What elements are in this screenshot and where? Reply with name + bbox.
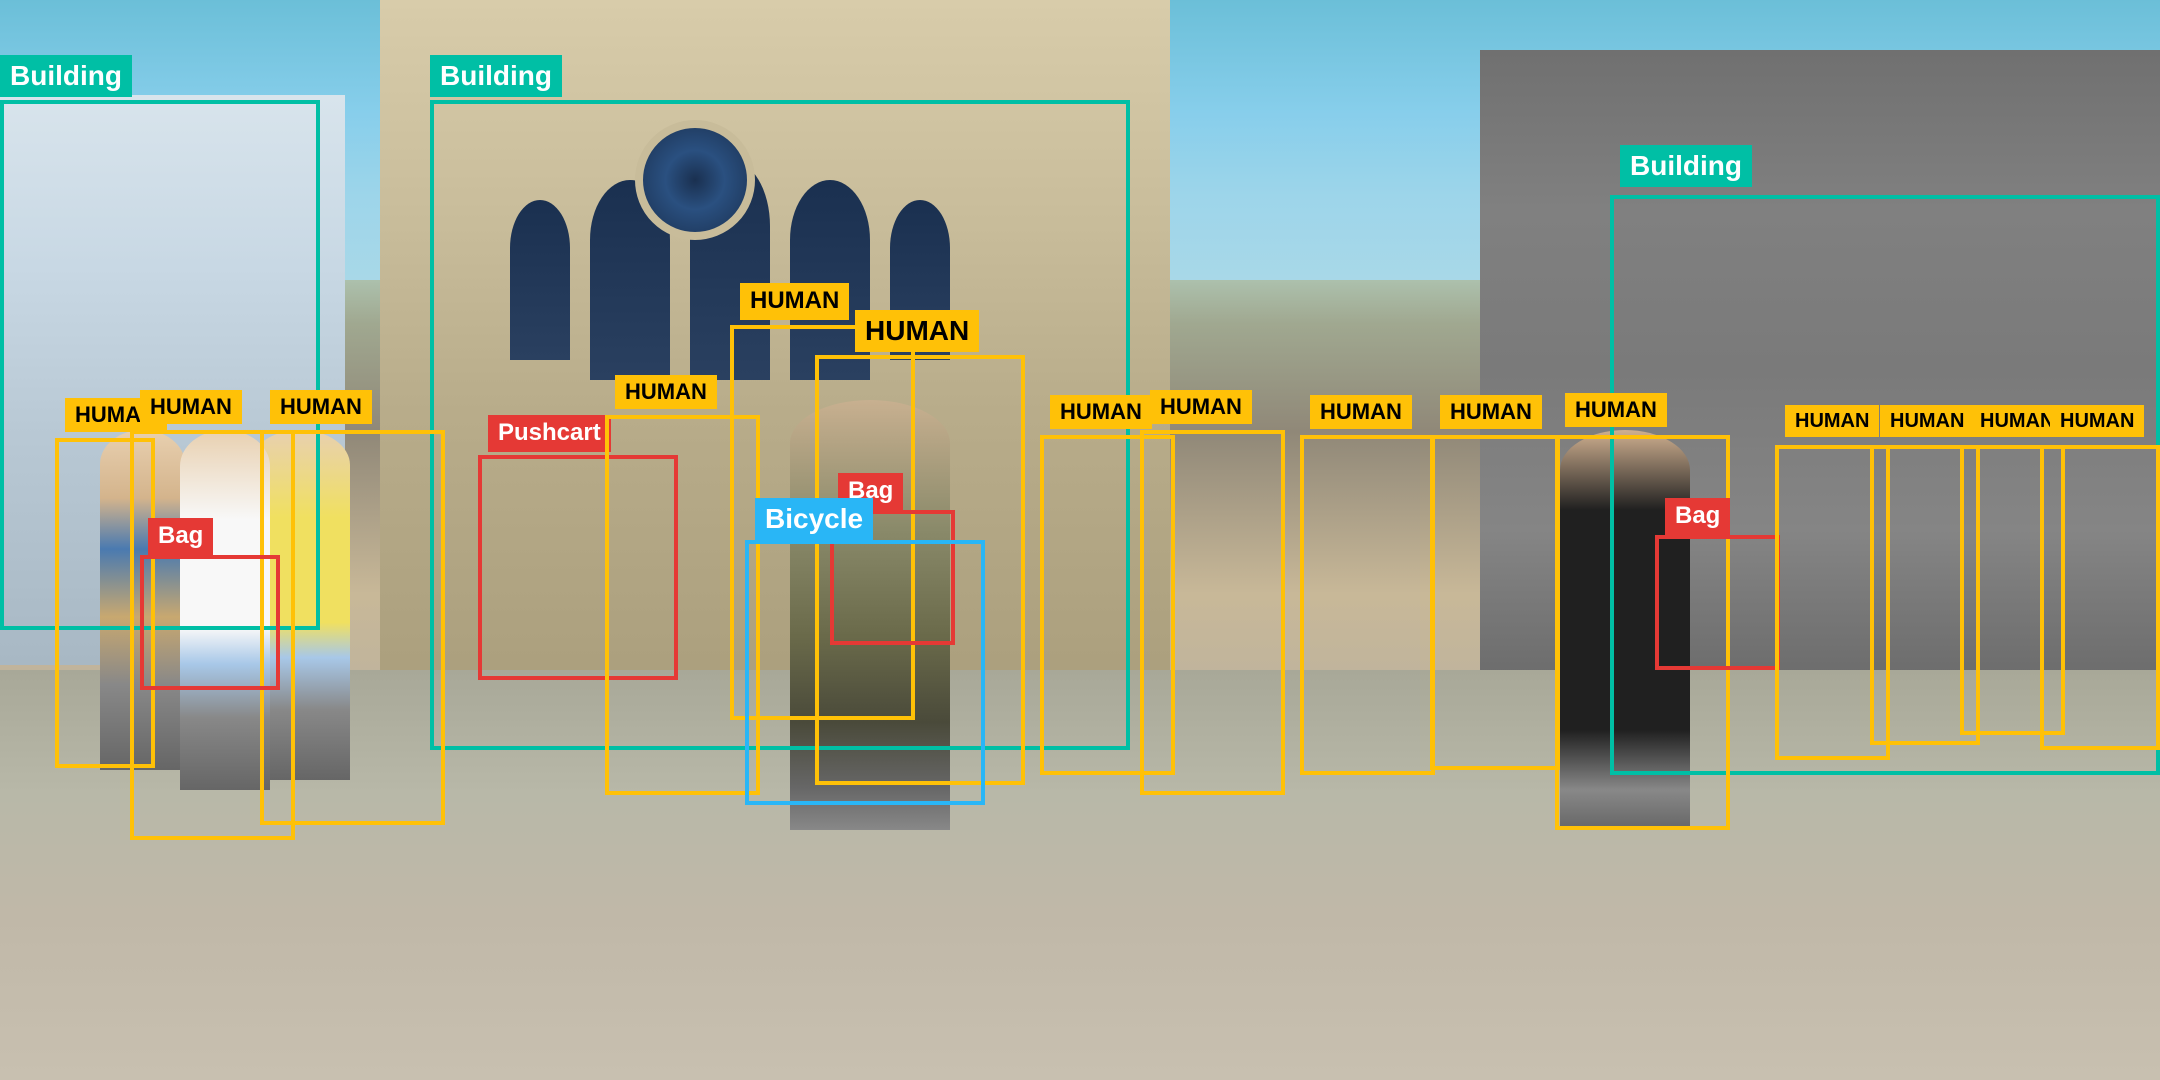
label-human-far-right-1: HUMAN [1310,395,1412,429]
label-human-edge-2: HUMAN [1880,405,1974,437]
label-human-left-1: HUMAN [140,390,242,424]
box-human-left-2 [260,430,445,825]
box-bag-right [1655,535,1780,670]
label-human-center-1: HUMAN [740,283,849,320]
label-human-right-1: HUMAN [1050,395,1152,429]
label-pushcart: Pushcart [488,415,611,452]
box-bicycle [745,540,985,805]
box-human-far-right-1 [1300,435,1435,775]
label-human-left-2: HUMAN [270,390,372,424]
box-human-far-right-2 [1430,435,1560,770]
label-human-far-right-2: HUMAN [1440,395,1542,429]
label-human-center-left: HUMAN [615,375,717,409]
label-human-right-main: HUMAN [1565,393,1667,427]
label-bag-left: Bag [148,518,213,555]
label-building-center: Building [430,55,562,97]
label-bicycle: Bicycle [755,498,873,540]
label-human-center-main: HUMAN [855,310,979,352]
label-human-right-2: HUMAN [1150,390,1252,424]
label-bag-right: Bag [1665,498,1730,535]
label-human-edge-1: HUMAN [1785,405,1879,437]
detection-scene: Building Building Building HUMAN HUMAN H… [0,0,2160,1080]
label-building-top-left: Building [0,55,132,97]
box-bag-left [140,555,280,690]
box-human-rightmost [2040,445,2160,750]
box-human-right-2 [1140,430,1285,795]
label-building-right: Building [1620,145,1752,187]
label-human-rightmost: HUMAN [2050,405,2144,437]
